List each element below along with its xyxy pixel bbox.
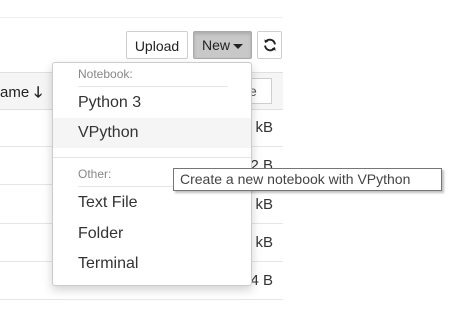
- menu-item-vpython[interactable]: VPython: [53, 118, 251, 148]
- new-dropdown-button[interactable]: New: [193, 31, 252, 59]
- caret-down-icon: [233, 43, 243, 49]
- menu-item-terminal[interactable]: Terminal: [53, 249, 251, 279]
- notebook-header-separator: [78, 86, 228, 87]
- file-size: kB: [255, 234, 273, 251]
- arrow-down-icon: 🡓: [34, 84, 42, 101]
- menu-item-text-file[interactable]: Text File: [53, 188, 251, 218]
- notebook-dashboard: Upload New ame 🡓 e kB 2 B kB kB 1.4 B Not…: [0, 0, 456, 313]
- file-size: kB: [255, 119, 273, 136]
- menu-item-python3[interactable]: Python 3: [53, 88, 251, 118]
- table-row[interactable]: [0, 300, 283, 313]
- name-column-header[interactable]: ame 🡓: [0, 82, 42, 107]
- file-size: kB: [255, 196, 273, 213]
- refresh-button[interactable]: [257, 31, 282, 59]
- notebook-section-header: Notebook:: [78, 67, 133, 81]
- menu-divider: [53, 157, 251, 158]
- upload-button[interactable]: Upload: [126, 31, 188, 59]
- other-section-header: Other:: [78, 167, 112, 181]
- name-column-label: ame: [0, 84, 30, 101]
- refresh-icon: [264, 38, 276, 52]
- top-divider: [0, 17, 283, 18]
- new-button-label: New: [201, 37, 230, 53]
- menu-item-folder[interactable]: Folder: [53, 219, 251, 249]
- vpython-tooltip: Create a new notebook with VPython: [173, 168, 442, 191]
